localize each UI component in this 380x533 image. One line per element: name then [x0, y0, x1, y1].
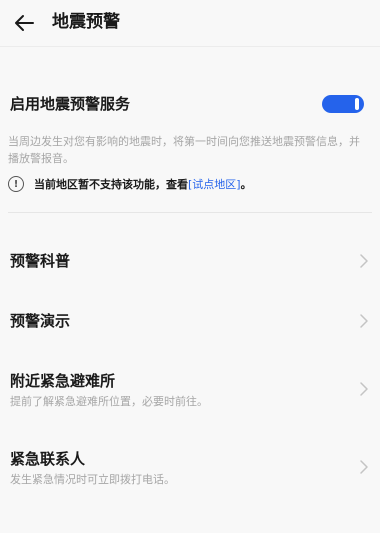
notice-end-punct: 。 [240, 178, 252, 191]
menu-item-emergency-contacts[interactable]: 紧急联系人 发生紧急情况时可立即拨打电话。 [10, 448, 372, 490]
toggle-knob [355, 98, 359, 110]
menu-item-title: 附近紧急避难所 [10, 372, 116, 390]
menu-item-title: 预警演示 [10, 312, 71, 330]
menu-item-title: 紧急联系人 [10, 450, 86, 468]
app-header: 地震预警 [0, 0, 380, 46]
menu-item-warning-demo[interactable]: 预警演示 [10, 310, 372, 334]
region-notice: ! 当前地区暂不支持该功能，查看 [试点地区] 。 [8, 174, 370, 194]
page-title: 地震预警 [52, 12, 120, 32]
arrow-left-icon [15, 15, 34, 31]
notice-text: 当前地区暂不支持该功能，查看 [34, 178, 188, 191]
menu-item-subtitle: 发生紧急情况时可立即拨打电话。 [10, 473, 175, 486]
back-button[interactable] [10, 9, 38, 37]
menu-item-warning-science[interactable]: 预警科普 [10, 250, 372, 274]
info-icon: ! [8, 176, 24, 192]
section-divider [8, 212, 372, 213]
earthquake-warning-service-row: 启用地震预警服务 [10, 92, 370, 118]
chevron-right-icon [360, 314, 368, 328]
service-description: 当周边发生对您有影响的地震时，将第一时间向您推送地震预警信息，并播放警报音。 [8, 135, 360, 165]
service-label: 启用地震预警服务 [10, 95, 131, 113]
menu-item-title: 预警科普 [10, 252, 71, 270]
menu-item-subtitle: 提前了解紧急避难所位置，必要时前往。 [10, 395, 208, 408]
chevron-right-icon [360, 382, 368, 396]
chevron-right-icon [360, 254, 368, 268]
service-toggle[interactable] [322, 95, 364, 113]
chevron-right-icon [360, 460, 368, 474]
header-divider [0, 46, 380, 47]
pilot-region-link[interactable]: [试点地区] [188, 176, 241, 192]
menu-item-nearby-shelters[interactable]: 附近紧急避难所 提前了解紧急避难所位置，必要时前往。 [10, 370, 372, 412]
